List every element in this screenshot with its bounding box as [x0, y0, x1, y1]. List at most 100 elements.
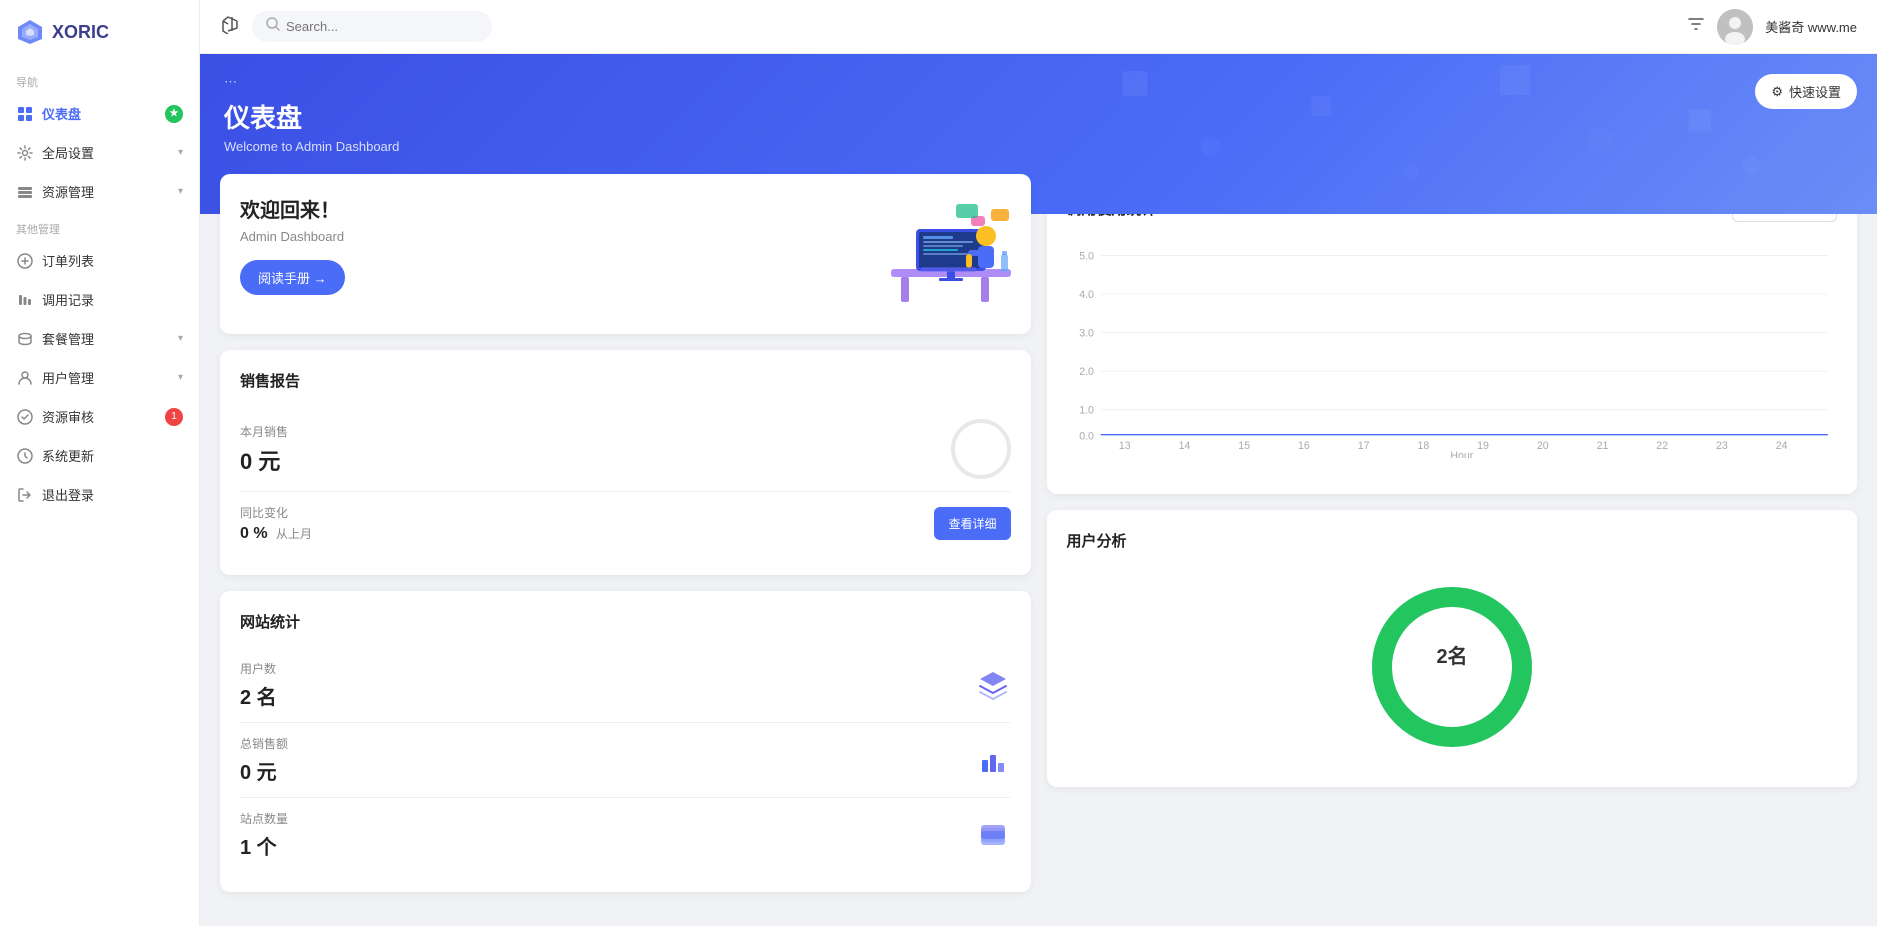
- svg-text:16: 16: [1298, 440, 1310, 452]
- stat-sites-label: 站点数量: [240, 810, 288, 827]
- breadcrumb-dots: ⋯: [224, 74, 237, 90]
- stat-sales-value: 0 元: [240, 756, 288, 785]
- sidebar-item-call-log[interactable]: 调用记录: [0, 280, 199, 319]
- usage-chart-area: 5.0 4.0 3.0 2.0 1.0 0.0: [1067, 238, 1838, 458]
- sidebar-item-user-mgmt[interactable]: 用户管理 ▾: [0, 358, 199, 397]
- search-icon: [266, 17, 280, 36]
- chevron-down-icon-4: ▾: [178, 372, 183, 383]
- svg-text:2.0: 2.0: [1079, 366, 1094, 378]
- sidebar-item-resource-review-label: 资源审核: [42, 407, 94, 426]
- sidebar-item-dashboard-label: 仪表盘: [42, 104, 81, 123]
- stat-users-value: 2 名: [240, 681, 277, 710]
- review-icon: [16, 408, 34, 426]
- sales-circle: [951, 419, 1011, 479]
- logo: XORIC: [0, 0, 199, 64]
- usage-chart-card: 调用使用统计 Select Date 📅 5.0 4.0 3.0: [1047, 174, 1858, 494]
- yoy-row: 同比变化 0 % 从上月 查看详细: [240, 492, 1011, 555]
- user-mgmt-icon: [16, 369, 34, 387]
- yoy-from: 从上月: [276, 527, 312, 541]
- sales-card: 销售报告 本月销售 0 元 同比变化 0 % 从上月: [220, 350, 1031, 575]
- svg-text:Hour: Hour: [1450, 450, 1473, 458]
- layers-icon: [975, 667, 1011, 703]
- stat-row-users: 用户数 2 名: [240, 648, 1011, 723]
- sidebar-toggle[interactable]: [220, 14, 240, 39]
- svg-text:4.0: 4.0: [1079, 289, 1094, 301]
- svg-text:20: 20: [1536, 440, 1548, 452]
- svg-text:18: 18: [1417, 440, 1429, 452]
- stat-sales-label: 总销售额: [240, 735, 288, 752]
- svg-text:14: 14: [1178, 440, 1190, 452]
- svg-text:17: 17: [1357, 440, 1369, 452]
- donut-chart: 2名: [1352, 567, 1552, 767]
- sidebar-item-package-mgmt[interactable]: 套餐管理 ▾: [0, 319, 199, 358]
- sales-title: 销售报告: [240, 370, 1011, 391]
- chevron-down-icon-2: ▾: [178, 186, 183, 197]
- svg-text:0.0: 0.0: [1079, 430, 1094, 442]
- tag-icon: [975, 817, 1011, 853]
- sidebar-item-resource-review[interactable]: 资源审核 1: [0, 397, 199, 436]
- monthly-label: 本月销售: [240, 423, 288, 440]
- resource-icon: [16, 183, 34, 201]
- grid-icon: [16, 105, 34, 123]
- order-icon: [16, 252, 34, 270]
- welcome-illustration: [861, 174, 1021, 314]
- sidebar-item-order-list[interactable]: 订单列表: [0, 241, 199, 280]
- sidebar-item-logout[interactable]: 退出登录: [0, 475, 199, 514]
- sidebar-item-system-update-label: 系统更新: [42, 446, 94, 465]
- monthly-sales-row: 本月销售 0 元: [240, 407, 1011, 492]
- user-name: 美酱奇 www.me: [1765, 17, 1857, 36]
- quick-settings-button[interactable]: ⚙ 快速设置: [1755, 74, 1857, 109]
- stat-sites-value: 1 个: [240, 831, 288, 860]
- svg-text:1.0: 1.0: [1079, 404, 1094, 416]
- logo-text: XORIC: [52, 22, 109, 43]
- chevron-down-icon: ▾: [178, 147, 183, 158]
- other-section-title: 其他管理: [0, 211, 199, 241]
- search-box[interactable]: [252, 11, 492, 42]
- svg-text:15: 15: [1238, 440, 1250, 452]
- topbar: 美酱奇 www.me: [200, 0, 1877, 54]
- sidebar-item-package-mgmt-label: 套餐管理: [42, 329, 94, 348]
- topbar-right: 美酱奇 www.me: [1687, 9, 1857, 45]
- settings-icon: [16, 144, 34, 162]
- sidebar-item-call-log-label: 调用记录: [42, 290, 94, 309]
- nav-section-title: 导航: [0, 64, 199, 94]
- update-icon: [16, 447, 34, 465]
- svg-text:3.0: 3.0: [1079, 327, 1094, 339]
- stat-users-label: 用户数: [240, 660, 277, 677]
- welcome-card: 欢迎回来！ Admin Dashboard 阅读手册 →: [220, 174, 1031, 334]
- sidebar-item-resource-mgmt[interactable]: 资源管理 ▾: [0, 172, 199, 211]
- user-analysis-title: 用户分析: [1067, 530, 1838, 551]
- logo-icon: [16, 18, 44, 46]
- svg-text:13: 13: [1118, 440, 1130, 452]
- package-icon: [16, 330, 34, 348]
- svg-text:19: 19: [1477, 440, 1489, 452]
- breadcrumb: ⋯: [224, 74, 1853, 90]
- svg-text:21: 21: [1596, 440, 1608, 452]
- view-detail-button[interactable]: 查看详细: [934, 507, 1010, 540]
- svg-text:5.0: 5.0: [1079, 250, 1094, 262]
- chevron-down-icon-3: ▾: [178, 333, 183, 344]
- website-stats-card: 网站统计 用户数 2 名: [220, 591, 1031, 892]
- stats-title: 网站统计: [240, 611, 1011, 632]
- monthly-value: 0 元: [240, 444, 288, 476]
- sidebar-item-logout-label: 退出登录: [42, 485, 94, 504]
- avatar[interactable]: [1717, 9, 1753, 45]
- svg-text:23: 23: [1716, 440, 1728, 452]
- sidebar-item-dashboard[interactable]: 仪表盘 ★: [0, 94, 199, 133]
- left-column: 欢迎回来！ Admin Dashboard 阅读手册 →: [220, 174, 1031, 892]
- sidebar-item-user-mgmt-label: 用户管理: [42, 368, 94, 387]
- user-analysis-card: 用户分析 2名: [1047, 510, 1858, 787]
- filter-icon[interactable]: [1687, 15, 1705, 38]
- bar-chart-icon: [975, 742, 1011, 778]
- read-manual-button[interactable]: 阅读手册 →: [240, 260, 345, 295]
- sidebar-item-global-settings-label: 全局设置: [42, 143, 94, 162]
- yoy-label: 同比变化: [240, 504, 312, 521]
- sidebar-item-resource-mgmt-label: 资源管理: [42, 182, 94, 201]
- search-input[interactable]: [286, 19, 446, 34]
- stat-row-sites: 站点数量 1 个: [240, 798, 1011, 872]
- sidebar-item-global-settings[interactable]: 全局设置 ▾: [0, 133, 199, 172]
- svg-text:24: 24: [1775, 440, 1787, 452]
- sidebar-item-system-update[interactable]: 系统更新: [0, 436, 199, 475]
- sidebar: XORIC 导航 仪表盘 ★ 全局设置 ▾: [0, 0, 200, 926]
- page-subtitle: Welcome to Admin Dashboard: [224, 139, 1853, 154]
